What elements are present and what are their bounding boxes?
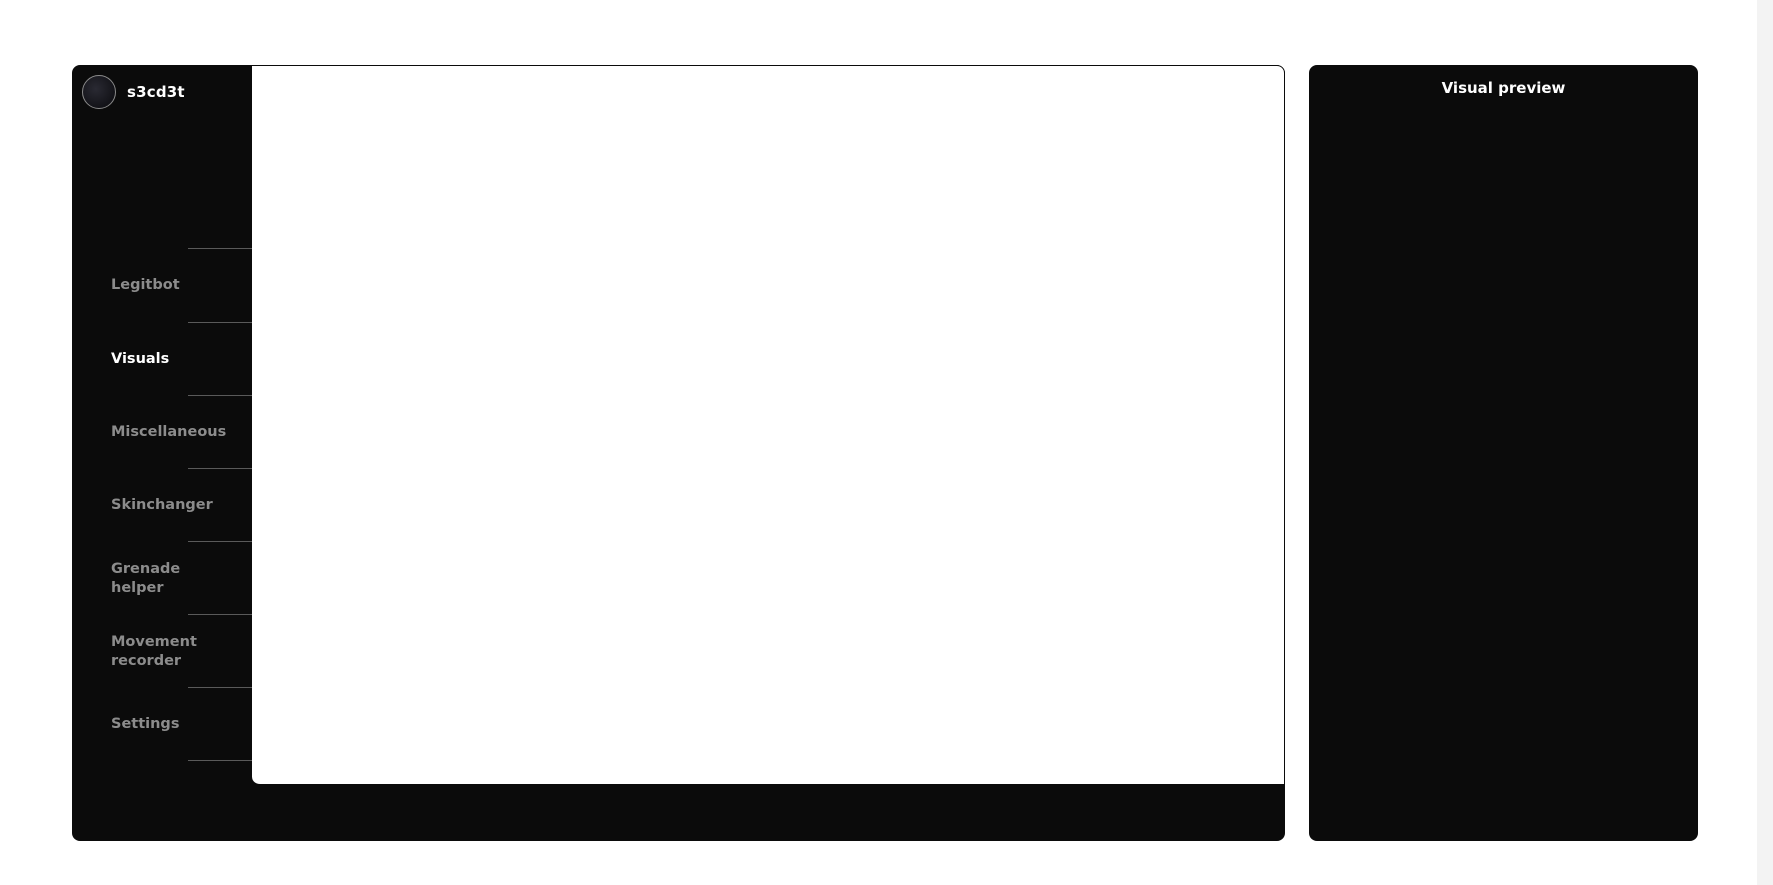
main-menu-window: s3cd3t Legitbot Visuals Miscellaneous Sk… (72, 65, 1285, 841)
preview-title: Visual preview (1441, 79, 1566, 97)
sidebar-item-grenade-helper[interactable]: Grenade helper (111, 542, 231, 615)
sidebar-item-settings[interactable]: Settings (111, 688, 231, 761)
sidebar-item-label: Miscellaneous (111, 424, 227, 440)
avatar[interactable] (82, 75, 116, 109)
sidebar-item-label: Movement recorder (111, 633, 197, 669)
sidebar-item-skinchanger[interactable]: Skinchanger (111, 469, 231, 542)
sidebar-item-label: Settings (111, 716, 180, 732)
user-profile: s3cd3t (82, 75, 185, 109)
sidebar-item-label: Grenade helper (111, 560, 181, 596)
sidebar-item-label: Legitbot (111, 277, 180, 293)
username: s3cd3t (127, 83, 185, 101)
content-panel (252, 65, 1285, 785)
sidebar-item-label: Visuals (111, 351, 170, 367)
visual-preview-window: Visual preview (1309, 65, 1698, 841)
sidebar-item-legitbot[interactable]: Legitbot (111, 249, 231, 322)
nav-divider (188, 760, 252, 761)
sidebar-item-visuals[interactable]: Visuals (111, 323, 231, 396)
page-scrollbar[interactable] (1757, 0, 1773, 885)
sidebar-item-movement-recorder[interactable]: Movement recorder (111, 615, 231, 688)
sidebar-item-label: Skinchanger (111, 497, 213, 513)
sidebar-item-miscellaneous[interactable]: Miscellaneous (111, 396, 231, 469)
